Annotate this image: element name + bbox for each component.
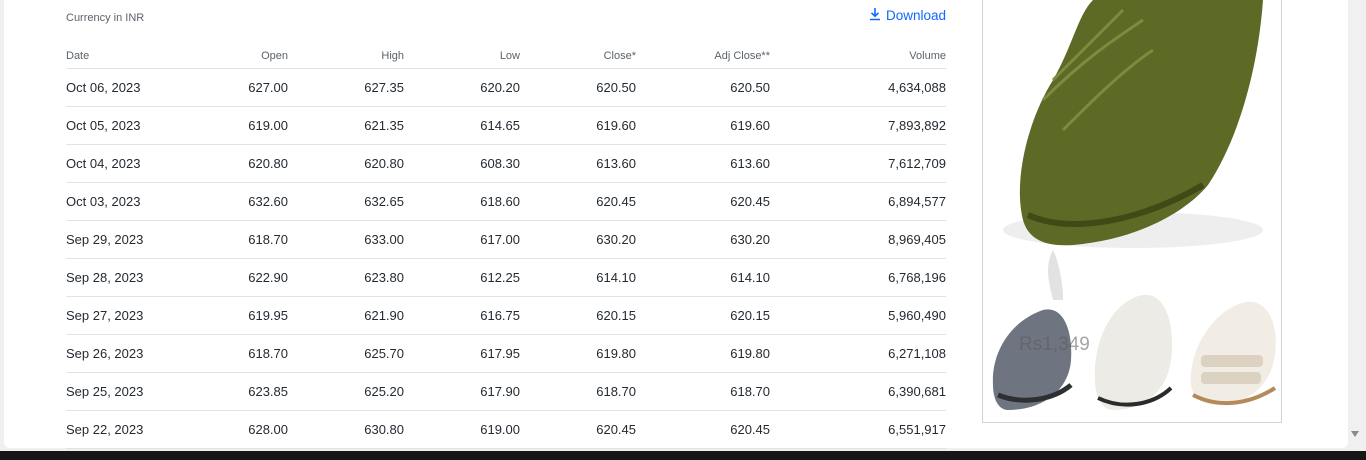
value-cell: 620.45 — [636, 410, 770, 449]
value-cell: 4,634,088 — [770, 68, 946, 107]
value-cell: 633.00 — [288, 220, 404, 259]
table-row: Sep 26, 2023 618.70 625.70 617.95 619.80 619.… — [66, 334, 946, 373]
value-cell: 614.10 — [520, 258, 636, 297]
value-cell: 620.50 — [520, 68, 636, 107]
value-cell: 620.80 — [288, 144, 404, 183]
date-cell: Oct 06, 2023 — [66, 68, 172, 107]
download-label: Download — [886, 8, 947, 23]
table-row: Oct 06, 2023 627.00 627.35 620.20 620.50 620.… — [66, 68, 946, 107]
value-cell: 618.70 — [172, 220, 288, 259]
value-cell: 619.60 — [636, 106, 770, 145]
date-cell: Sep 28, 2023 — [66, 258, 172, 297]
value-cell: 614.10 — [636, 258, 770, 297]
date-cell: Oct 04, 2023 — [66, 144, 172, 183]
table-row: Sep 22, 2023 628.00 630.80 619.00 620.45 620.… — [66, 410, 946, 449]
table-row: Sep 29, 2023 618.70 633.00 617.00 630.20 630.… — [66, 220, 946, 259]
value-cell: 618.60 — [404, 182, 520, 221]
value-cell: 619.00 — [172, 106, 288, 145]
value-cell: 620.50 — [636, 68, 770, 107]
value-cell: 617.90 — [404, 372, 520, 411]
value-cell: 627.00 — [172, 68, 288, 107]
date-cell: Sep 22, 2023 — [66, 410, 172, 449]
value-cell: 620.45 — [636, 182, 770, 221]
value-cell: 627.35 — [288, 68, 404, 107]
value-cell: 632.60 — [172, 182, 288, 221]
currency-label: Currency in INR — [66, 12, 145, 24]
value-cell: 630.20 — [520, 220, 636, 259]
value-cell: 632.65 — [288, 182, 404, 221]
column-header: Close* — [520, 44, 636, 69]
value-cell: 625.20 — [288, 372, 404, 411]
value-cell: 613.60 — [520, 144, 636, 183]
value-cell: 618.70 — [636, 372, 770, 411]
date-cell: Sep 29, 2023 — [66, 220, 172, 259]
value-cell: 612.25 — [404, 258, 520, 297]
value-cell: 617.95 — [404, 334, 520, 373]
value-cell: 7,612,709 — [770, 144, 946, 183]
value-cell: 621.90 — [288, 296, 404, 335]
ad-price: Rs1,349 — [1019, 334, 1090, 355]
value-cell: 7,893,892 — [770, 106, 946, 145]
date-cell: Sep 25, 2023 — [66, 372, 172, 411]
value-cell: 625.70 — [288, 334, 404, 373]
table-header-row: Date Open High Low Close* Adj Close** Vo… — [66, 44, 946, 69]
value-cell: 620.20 — [404, 68, 520, 107]
taskbar-strip — [0, 451, 1366, 460]
value-cell: 619.80 — [520, 334, 636, 373]
value-cell: 618.70 — [520, 372, 636, 411]
table-row: Oct 03, 2023 632.60 632.65 618.60 620.45 620.… — [66, 182, 946, 221]
date-cell: Sep 26, 2023 — [66, 334, 172, 373]
column-header: Adj Close** — [636, 44, 770, 69]
value-cell: 6,551,917 — [770, 410, 946, 449]
value-cell: 617.00 — [404, 220, 520, 259]
table-row: Oct 04, 2023 620.80 620.80 608.30 613.60 613.… — [66, 144, 946, 183]
value-cell: 8,969,405 — [770, 220, 946, 259]
table-row: Sep 25, 2023 623.85 625.20 617.90 618.70 618.… — [66, 372, 946, 411]
value-cell: 5,960,490 — [770, 296, 946, 335]
value-cell: 6,768,196 — [770, 258, 946, 297]
value-cell: 618.70 — [172, 334, 288, 373]
value-cell: 621.35 — [288, 106, 404, 145]
value-cell: 6,271,108 — [770, 334, 946, 373]
column-header: Low — [404, 44, 520, 69]
value-cell: 619.00 — [404, 410, 520, 449]
value-cell: 623.80 — [288, 258, 404, 297]
value-cell: 630.20 — [636, 220, 770, 259]
value-cell: 622.90 — [172, 258, 288, 297]
table-row: Oct 05, 2023 619.00 621.35 614.65 619.60 619.… — [66, 106, 946, 145]
date-cell: Oct 05, 2023 — [66, 106, 172, 145]
value-cell: 620.45 — [520, 182, 636, 221]
value-cell: 613.60 — [636, 144, 770, 183]
value-cell: 628.00 — [172, 410, 288, 449]
value-cell: 6,894,577 — [770, 182, 946, 221]
value-cell: 620.80 — [172, 144, 288, 183]
value-cell: 619.80 — [636, 334, 770, 373]
column-header: High — [288, 44, 404, 69]
ad-banner[interactable]: Rs1,349 — [982, 0, 1282, 423]
value-cell: 620.45 — [520, 410, 636, 449]
value-cell: 608.30 — [404, 144, 520, 183]
value-cell: 630.80 — [288, 410, 404, 449]
table-row: Sep 27, 2023 619.95 621.90 616.75 620.15 620.… — [66, 296, 946, 335]
column-header: Date — [66, 44, 172, 69]
value-cell: 620.15 — [636, 296, 770, 335]
value-cell: 614.65 — [404, 106, 520, 145]
table-row: Sep 28, 2023 622.90 623.80 612.25 614.10 614.… — [66, 258, 946, 297]
shoe-ad-image — [992, 0, 1277, 410]
scroll-down-arrow-icon[interactable] — [1351, 431, 1359, 437]
historical-prices-table: Date Open High Low Close* Adj Close** Vo… — [66, 44, 946, 449]
value-cell: 623.85 — [172, 372, 288, 411]
date-cell: Sep 27, 2023 — [66, 296, 172, 335]
value-cell: 620.15 — [520, 296, 636, 335]
value-cell: 619.95 — [172, 296, 288, 335]
column-header: Volume — [770, 44, 946, 69]
value-cell: 619.60 — [520, 106, 636, 145]
column-header: Open — [172, 44, 288, 69]
download-button[interactable]: Download — [868, 7, 946, 24]
date-cell: Oct 03, 2023 — [66, 182, 172, 221]
value-cell: 6,390,681 — [770, 372, 946, 411]
value-cell: 616.75 — [404, 296, 520, 335]
download-icon — [868, 7, 882, 24]
